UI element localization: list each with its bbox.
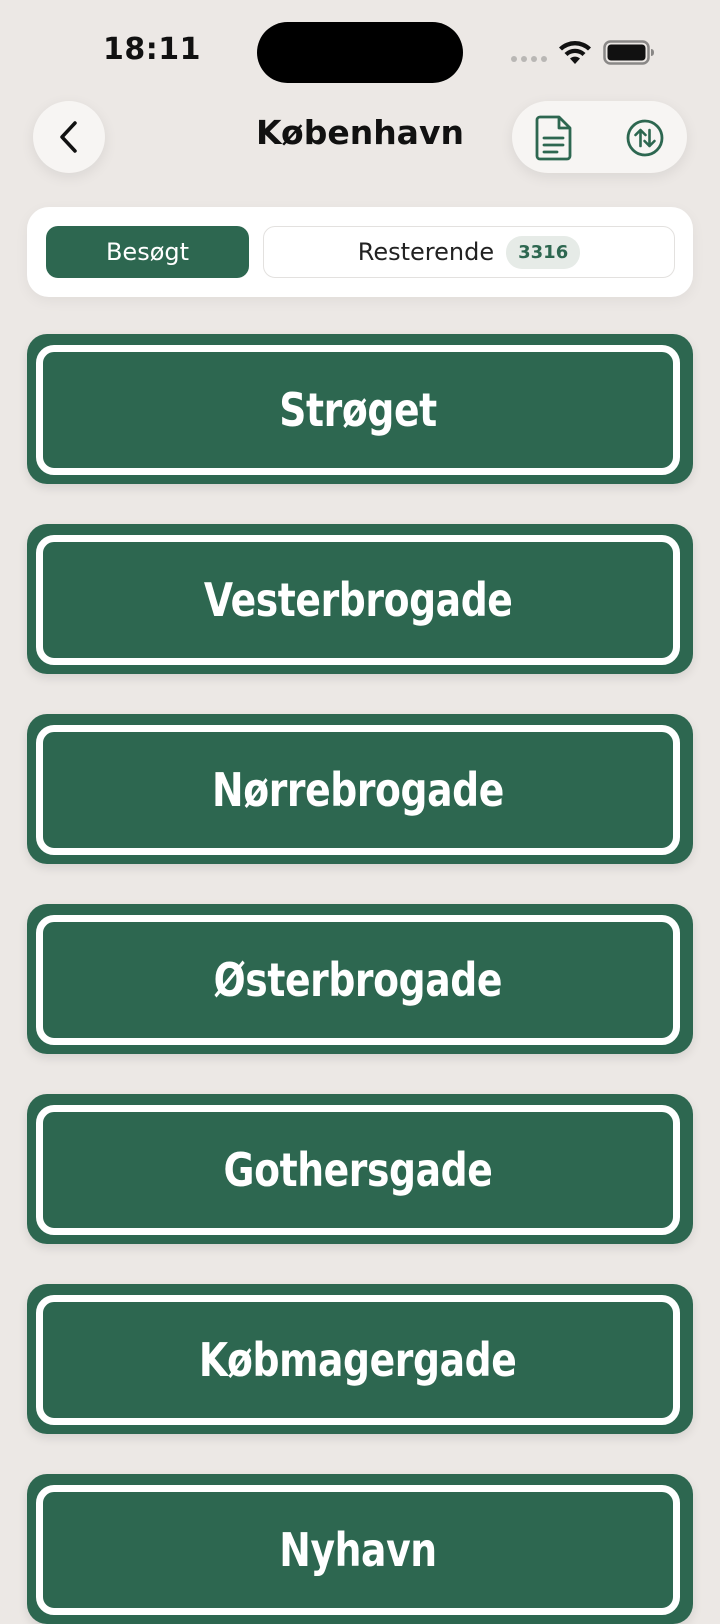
street-sign[interactable]: Nyhavn — [27, 1474, 693, 1624]
wifi-icon — [559, 41, 591, 64]
remaining-count-badge: 3316 — [506, 235, 581, 269]
chevron-left-icon — [60, 121, 77, 153]
street-sign-frame: Nørrebrogade — [36, 725, 680, 855]
action-group — [512, 101, 687, 173]
street-name: Østerbrogade — [213, 953, 503, 1007]
status-time: 18:11 — [103, 32, 201, 67]
tab-visited-label: Besøgt — [105, 238, 190, 266]
street-sign-frame: Strøget — [36, 345, 680, 475]
status-bar: 18:11 — [0, 0, 720, 100]
street-sign[interactable]: Strøget — [27, 334, 693, 484]
street-sign-frame: Vesterbrogade — [36, 535, 680, 665]
street-sign[interactable]: Nørrebrogade — [27, 714, 693, 864]
street-name: Strøget — [279, 383, 437, 437]
battery-icon — [603, 40, 654, 65]
tab-remaining-label: Resterende — [357, 238, 495, 266]
page-title: København — [256, 113, 464, 152]
street-sign[interactable]: Østerbrogade — [27, 904, 693, 1054]
sort-button[interactable] — [625, 118, 665, 158]
street-sign[interactable]: Vesterbrogade — [27, 524, 693, 674]
street-name: Vesterbrogade — [203, 573, 513, 627]
signal-icon — [511, 56, 547, 62]
filter-segmented-control: Besøgt Resterende 3316 — [27, 207, 693, 297]
document-icon — [535, 115, 572, 161]
back-button[interactable] — [33, 101, 105, 173]
street-sign[interactable]: Købmagergade — [27, 1284, 693, 1434]
street-sign-frame: Købmagergade — [36, 1295, 680, 1425]
street-name: Gothersgade — [223, 1143, 493, 1197]
street-sign-frame: Nyhavn — [36, 1485, 680, 1615]
street-sign[interactable]: Gothersgade — [27, 1094, 693, 1244]
document-button[interactable] — [530, 113, 576, 163]
street-sign-frame: Østerbrogade — [36, 915, 680, 1045]
street-name: Nørrebrogade — [212, 763, 504, 817]
tab-remaining[interactable]: Resterende 3316 — [263, 226, 675, 278]
tab-visited[interactable]: Besøgt — [46, 226, 249, 278]
street-name: Nyhavn — [279, 1523, 437, 1577]
sort-arrows-icon — [626, 119, 664, 157]
street-sign-frame: Gothersgade — [36, 1105, 680, 1235]
street-name: Købmagergade — [199, 1333, 517, 1387]
dynamic-island — [257, 22, 463, 83]
